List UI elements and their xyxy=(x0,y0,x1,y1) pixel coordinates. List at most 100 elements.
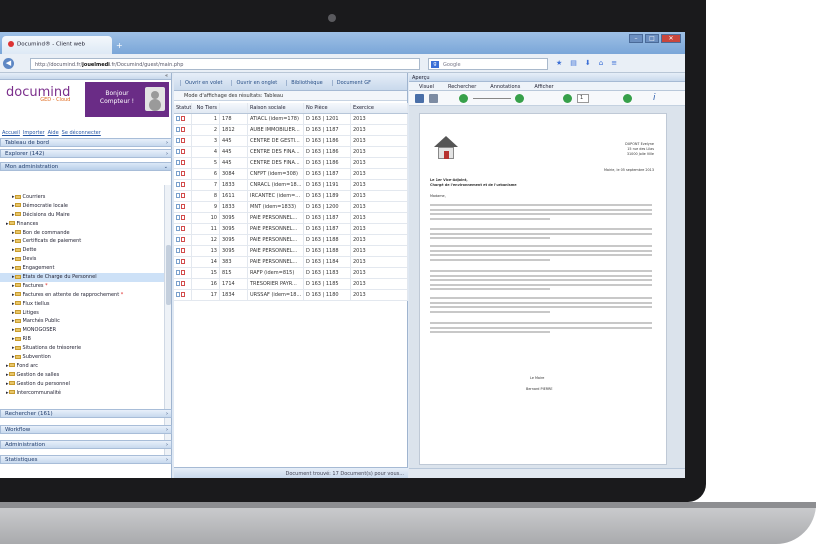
table-row[interactable]: 13 3095 PAIE PERSONNEL... D 163 | 1188 2013 xyxy=(174,246,408,257)
section-workflow[interactable]: Workflow › xyxy=(0,425,172,434)
tree-item[interactable]: ▸ RIB xyxy=(0,335,165,344)
table-row[interactable]: 8 1611 IRCANTEC (idem=... D 163 | 1189 2013 xyxy=(174,191,408,202)
zoom-out-icon[interactable] xyxy=(459,94,468,103)
search-input[interactable]: g Google xyxy=(428,58,548,70)
col-raison-sociale[interactable]: Raison sociale xyxy=(248,103,304,113)
table-row[interactable]: 2 1812 AUBE IMMOBILIER... D 163 | 1187 2013 xyxy=(174,125,408,136)
display-mode[interactable]: Mode d'affichage des résultats: Tableau xyxy=(174,91,407,101)
library-button[interactable]: Bibliothèque xyxy=(286,80,323,86)
tree-item[interactable]: ▸ Démocratie locale xyxy=(0,202,165,211)
screen: Documind® - Client web + – □ ✕ ◀ http://do… xyxy=(0,32,685,478)
tree-item[interactable]: ▸ Etats de Charge du Personnel xyxy=(0,273,165,282)
col-no-tiers[interactable]: No Tiers xyxy=(192,103,220,113)
bookmarks-icon[interactable]: ▤ xyxy=(570,59,577,67)
open-panel-button[interactable]: Ouvrir en volet xyxy=(180,80,222,86)
link-importer[interactable]: Importer xyxy=(23,130,45,136)
browser-tab[interactable]: Documind® - Client web xyxy=(2,36,112,54)
pdf-icon xyxy=(181,292,185,297)
tree-item[interactable]: ▸ Gestion du personnel xyxy=(0,380,165,389)
table-row[interactable]: 6 3084 CNFPT (idem=308) D 163 | 1187 2013 xyxy=(174,169,408,180)
status-cell xyxy=(174,191,192,201)
document-button[interactable]: Document GF xyxy=(331,80,371,86)
link-accueil[interactable]: Accueil xyxy=(2,130,20,136)
tab-afficher[interactable]: Afficher xyxy=(534,84,553,90)
tree-item[interactable]: ▸ Bon de commande xyxy=(0,229,165,238)
info-icon[interactable]: i xyxy=(653,93,656,103)
tree-item[interactable]: ▸ Marchés Public xyxy=(0,317,165,326)
tree-item[interactable]: ▸ Certificats de paiement xyxy=(0,237,165,246)
tree-item[interactable]: ▸ Fond arc xyxy=(0,362,165,371)
tree-item[interactable]: ▸ Finances xyxy=(0,220,165,229)
zoom-in-icon[interactable] xyxy=(515,94,524,103)
tree-item[interactable]: ▸ Gestion de salles xyxy=(0,371,165,380)
maximize-icon[interactable]: □ xyxy=(645,34,659,43)
table-row[interactable]: 3 445 CENTRE DE GESTI... D 163 | 1186 2013 xyxy=(174,136,408,147)
menu-icon[interactable]: ≡ xyxy=(611,59,617,67)
preview-tabs: Visuel Rechercher Annotations Afficher xyxy=(409,82,685,91)
col-statut[interactable]: Statut xyxy=(174,103,192,113)
section-mon-administration[interactable]: Mon administration ⌄ xyxy=(0,162,172,171)
home-icon[interactable]: ⌂ xyxy=(599,59,603,67)
table-row[interactable]: 17 1834 URSSAF (idem=18... D 163 | 1180 2013 xyxy=(174,290,408,301)
section-explorer[interactable]: Explorer (142) › xyxy=(0,149,172,158)
table-row[interactable]: 1 178 ATIACL (idem=178) D 163 | 1201 2013 xyxy=(174,114,408,125)
tree-item[interactable]: ▸ Décisions du Maire xyxy=(0,211,165,220)
text-line xyxy=(430,331,550,333)
status-cell xyxy=(174,290,192,300)
next-page-icon[interactable] xyxy=(623,94,632,103)
table-row[interactable]: 10 3095 PAIE PERSONNEL... D 163 | 1187 2013 xyxy=(174,213,408,224)
tree-item[interactable]: ▸ Situations de trésorerie xyxy=(0,344,165,353)
tab-annotations[interactable]: Annotations xyxy=(490,84,520,90)
new-tab-icon[interactable]: + xyxy=(116,41,123,50)
table-row[interactable]: 16 1714 TRESORIER PAYR... D 163 | 1185 2013 xyxy=(174,279,408,290)
tree-item[interactable]: ▸ Flux tiellus xyxy=(0,300,165,309)
table-row[interactable]: 11 3095 PAIE PERSONNEL... D 163 | 1187 2013 xyxy=(174,224,408,235)
close-icon[interactable]: ✕ xyxy=(661,34,681,43)
download-icon[interactable]: ⬇ xyxy=(585,59,591,67)
minimize-icon[interactable]: – xyxy=(629,34,643,43)
tree-item[interactable]: ▸ MONOGOSER xyxy=(0,326,165,335)
table-row[interactable]: 14 383 PAIE PERSONNEL... D 163 | 1184 2013 xyxy=(174,257,408,268)
tab-rechercher[interactable]: Rechercher xyxy=(448,84,476,90)
open-tab-button[interactable]: Ouvrir en onglet xyxy=(231,80,277,86)
tree-item[interactable]: ▸ Subvention xyxy=(0,353,165,362)
star-icon[interactable]: ★ xyxy=(556,59,562,67)
row-index: 2 xyxy=(192,125,220,135)
tree-item[interactable]: ▸ Dette xyxy=(0,246,165,255)
page-input[interactable]: 1 xyxy=(577,94,589,103)
table-row[interactable]: 9 1833 MNT (idem=1833) D 163 | 1200 2013 xyxy=(174,202,408,213)
col-exercice[interactable]: Exercice xyxy=(351,103,408,113)
cell-no-tiers: 445 xyxy=(220,147,248,157)
table-row[interactable]: 15 815 RAFP (idem=815) D 163 | 1183 2013 xyxy=(174,268,408,279)
avatar[interactable] xyxy=(145,87,165,111)
tab-visuel[interactable]: Visuel xyxy=(419,84,434,90)
tree-item[interactable]: ▸ Devis xyxy=(0,255,165,264)
back-icon[interactable]: ◀ xyxy=(3,58,14,69)
section-rechercher[interactable]: Rechercher (161) › xyxy=(0,409,172,418)
save-icon[interactable] xyxy=(415,94,424,103)
address-bar[interactable]: http://documind.fr/jouelmedi.fr/Documind… xyxy=(30,58,420,70)
table-row[interactable]: 4 445 CENTRE DES FINA... D 163 | 1186 2013 xyxy=(174,147,408,158)
tree-item[interactable]: ▸ Factures en attente de rapprochement * xyxy=(0,291,165,300)
zoom-slider[interactable] xyxy=(473,98,511,99)
link-deconnecter[interactable]: Se déconnecter xyxy=(62,130,101,136)
tree-item[interactable]: ▸ Courriers xyxy=(0,193,165,202)
tree-item[interactable]: ▸ Intercommunalité xyxy=(0,389,165,398)
table-row[interactable]: 5 445 CENTRE DES FINA... D 163 | 1186 2013 xyxy=(174,158,408,169)
print-icon[interactable] xyxy=(429,94,438,103)
section-administration[interactable]: Administration › xyxy=(0,440,172,449)
section-statistiques[interactable]: Statistiques › xyxy=(0,455,172,464)
col-no-piece[interactable]: No Pièce xyxy=(304,103,351,113)
tree-item[interactable]: ▸ Engagement xyxy=(0,264,165,273)
section-tableau-de-bord[interactable]: Tableau de bord › xyxy=(0,138,172,147)
table-row[interactable]: 7 1833 CNRACL (idem=18... D 163 | 1191 2013 xyxy=(174,180,408,191)
prev-page-icon[interactable] xyxy=(563,94,572,103)
document-preview[interactable]: DUPONT Evelyne 15 rue des Lilas 31000 Jo… xyxy=(419,113,667,465)
collapse-icon[interactable]: « xyxy=(165,73,168,79)
tree-item[interactable]: ▸ Litiges xyxy=(0,309,165,318)
tree-item[interactable]: ▸ Factures * xyxy=(0,282,165,291)
link-aide[interactable]: Aide xyxy=(48,130,59,136)
cell-exercice: 2013 xyxy=(351,290,408,300)
table-row[interactable]: 12 3095 PAIE PERSONNEL... D 163 | 1188 2013 xyxy=(174,235,408,246)
results-panel: Ouvrir en volet Ouvrir en onglet Bibliot… xyxy=(174,73,408,478)
